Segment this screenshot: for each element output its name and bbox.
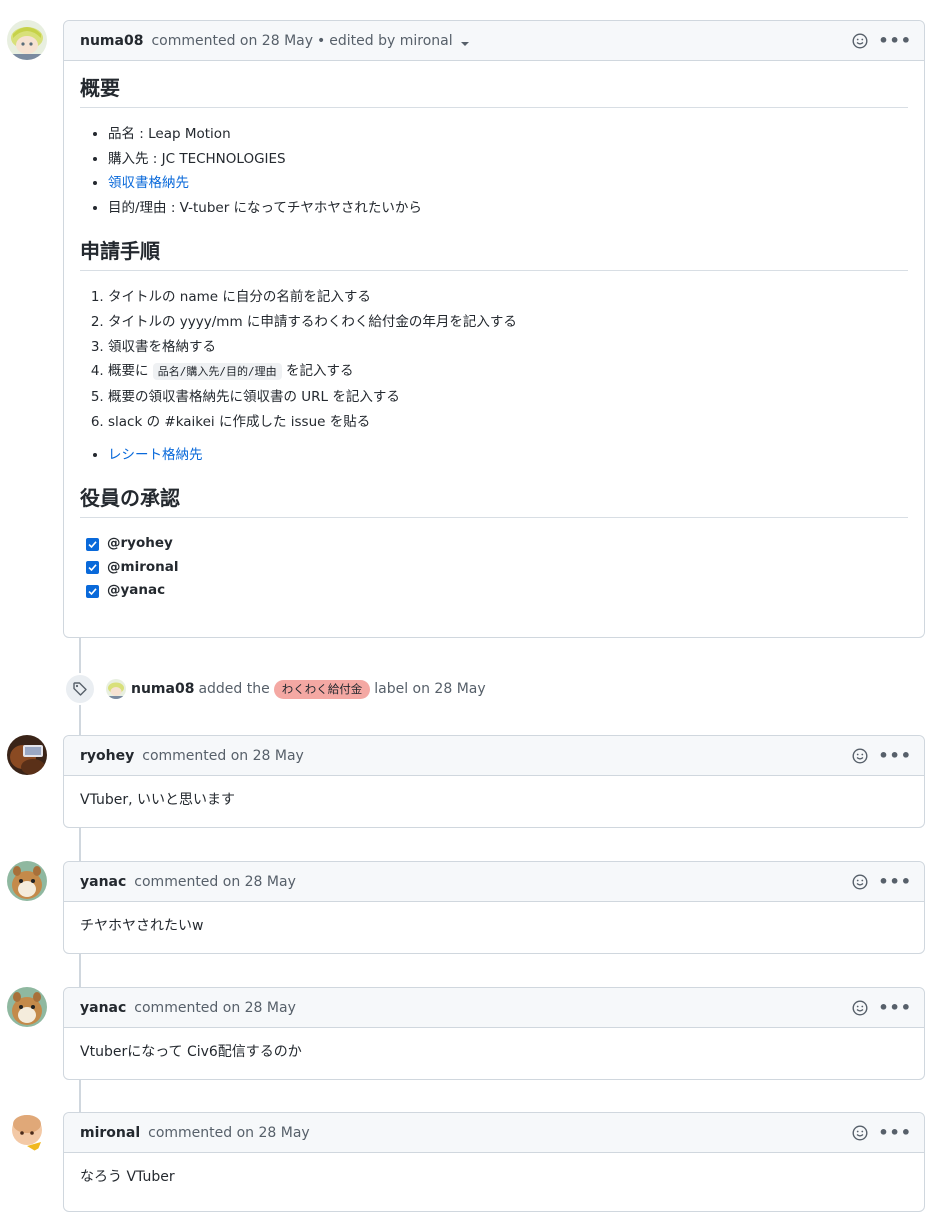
comment-actions: ••• [852,1113,912,1153]
comment-body: チヤホヤされたいw [64,902,924,953]
list-item: 品名 : Leap Motion [108,122,908,147]
heading-procedure: 申請手順 [80,238,908,271]
comment-author[interactable]: numa08 [80,33,143,49]
kebab-horizontal-icon[interactable]: ••• [878,874,912,890]
list-item: 目的/理由 : V-tuber になってチヤホヤされたいから [108,196,908,221]
step-item: 領収書を格納する [108,335,908,360]
smiley-icon[interactable] [852,748,868,764]
comment-card: mironal commented on 28 May ••• なろう VTub… [63,1112,925,1212]
step-item: タイトルの name に自分の名前を記入する [108,285,908,310]
event-author[interactable]: numa08 [131,681,194,697]
smiley-icon[interactable] [852,874,868,890]
tag-icon [64,673,96,705]
comment-action: commented on 28 May [148,1124,310,1141]
kebab-horizontal-icon[interactable]: ••• [878,1125,912,1141]
checkbox-checked-icon[interactable] [86,537,99,551]
edited-history-button[interactable]: edited by mironal [329,32,469,49]
comment-header: ryohey commented on 28 May ••• [64,736,924,776]
comment-body: Vtuberになって Civ6配信するのか [64,1028,924,1079]
comment-text: チヤホヤされたいw [80,918,204,934]
approver-mention[interactable]: @mironal [107,556,178,580]
list-item: 領収書格納先 [108,171,908,196]
label-event: numa08 added the わくわく給付金 label on 28 May [64,673,486,705]
checkbox-checked-icon[interactable] [86,561,99,575]
event-text-after: label on 28 May [374,681,486,697]
comment-card: ryohey commented on 28 May ••• VTuber, い… [63,735,925,828]
overview-list: 品名 : Leap Motion 購入先 : JC TECHNOLOGIES 領… [80,122,908,220]
approval-task-list: @ryohey @mironal @yanac [80,532,908,603]
smiley-icon[interactable] [852,1000,868,1016]
comment-action: commented on 28 May [142,747,304,764]
receipt-storage-link[interactable]: 領収書格納先 [108,175,189,191]
step-item: 概要に 品名/購入先/目的/理由 を記入する [108,359,908,385]
avatar-yanac[interactable] [7,987,47,1027]
procedure-steps: タイトルの name に自分の名前を記入する タイトルの yyyy/mm に申請… [80,285,908,435]
kebab-horizontal-icon[interactable]: ••• [878,33,912,49]
comment-header: mironal commented on 28 May ••• [64,1113,924,1153]
comment-text: Vtuberになって Civ6配信するのか [80,1044,302,1060]
comment-author[interactable]: mironal [80,1125,140,1141]
smiley-icon[interactable] [852,1125,868,1141]
task-item: @yanac [86,579,908,603]
avatar-yanac[interactable] [7,861,47,901]
comment-body: なろう VTuber [64,1153,924,1204]
comment-actions: ••• [852,988,912,1028]
inline-code: 品名/購入先/目的/理由 [152,363,282,381]
comment-body: 概要 品名 : Leap Motion 購入先 : JC TECHNOLOGIE… [64,61,924,619]
step-item: slack の #kaikei に作成した issue を貼る [108,410,908,435]
comment-card: yanac commented on 28 May ••• チヤホヤされたいw [63,861,925,954]
avatar-mironal[interactable] [7,1112,47,1152]
kebab-horizontal-icon[interactable]: ••• [878,1000,912,1016]
heading-overview: 概要 [80,75,908,108]
comment-actions: ••• [852,736,912,776]
comment-author[interactable]: yanac [80,1000,126,1016]
comment-card: numa08 commented on 28 May • edited by m… [63,20,925,638]
heading-approval: 役員の承認 [80,485,908,519]
approver-mention[interactable]: @yanac [107,579,165,603]
list-item: レシート格納先 [108,443,908,468]
comment-body: VTuber, いいと思います [64,776,924,827]
kebab-horizontal-icon[interactable]: ••• [878,748,912,764]
event-text-before: added the [198,681,270,697]
list-item: 購入先 : JC TECHNOLOGIES [108,147,908,172]
approver-mention[interactable]: @ryohey [107,532,173,556]
chevron-down-icon [460,41,469,46]
receipt-link-list: レシート格納先 [80,443,908,468]
comment-card: yanac commented on 28 May ••• Vtuberになって… [63,987,925,1080]
receipt-folder-link[interactable]: レシート格納先 [108,447,203,463]
smiley-icon[interactable] [852,33,868,49]
comment-action: commented on 28 May [134,873,296,890]
separator-dot: • [317,32,326,49]
avatar-numa08-small[interactable] [106,679,126,699]
avatar-numa08[interactable] [7,20,47,60]
edited-label: edited by mironal [329,32,453,49]
task-item: @ryohey [86,532,908,556]
label-badge[interactable]: わくわく給付金 [273,679,371,699]
comment-action: commented on 28 May [151,32,314,49]
comment-text: なろう VTuber [80,1169,175,1185]
comment-actions: ••• [852,862,912,902]
avatar-ryohey[interactable] [7,735,47,775]
comment-actions: ••• [852,21,912,61]
comment-action: commented on 28 May [134,999,296,1016]
comment-author[interactable]: yanac [80,874,126,890]
step-item: 概要の領収書格納先に領収書の URL を記入する [108,385,908,410]
comment-header: numa08 commented on 28 May • edited by m… [64,21,924,61]
comment-header: yanac commented on 28 May ••• [64,988,924,1028]
task-item: @mironal [86,556,908,580]
step-item: タイトルの yyyy/mm に申請するわくわく給付金の年月を記入する [108,310,908,335]
comment-author[interactable]: ryohey [80,748,134,764]
comment-header: yanac commented on 28 May ••• [64,862,924,902]
checkbox-checked-icon[interactable] [86,584,99,598]
comment-text: VTuber, いいと思います [80,792,236,808]
